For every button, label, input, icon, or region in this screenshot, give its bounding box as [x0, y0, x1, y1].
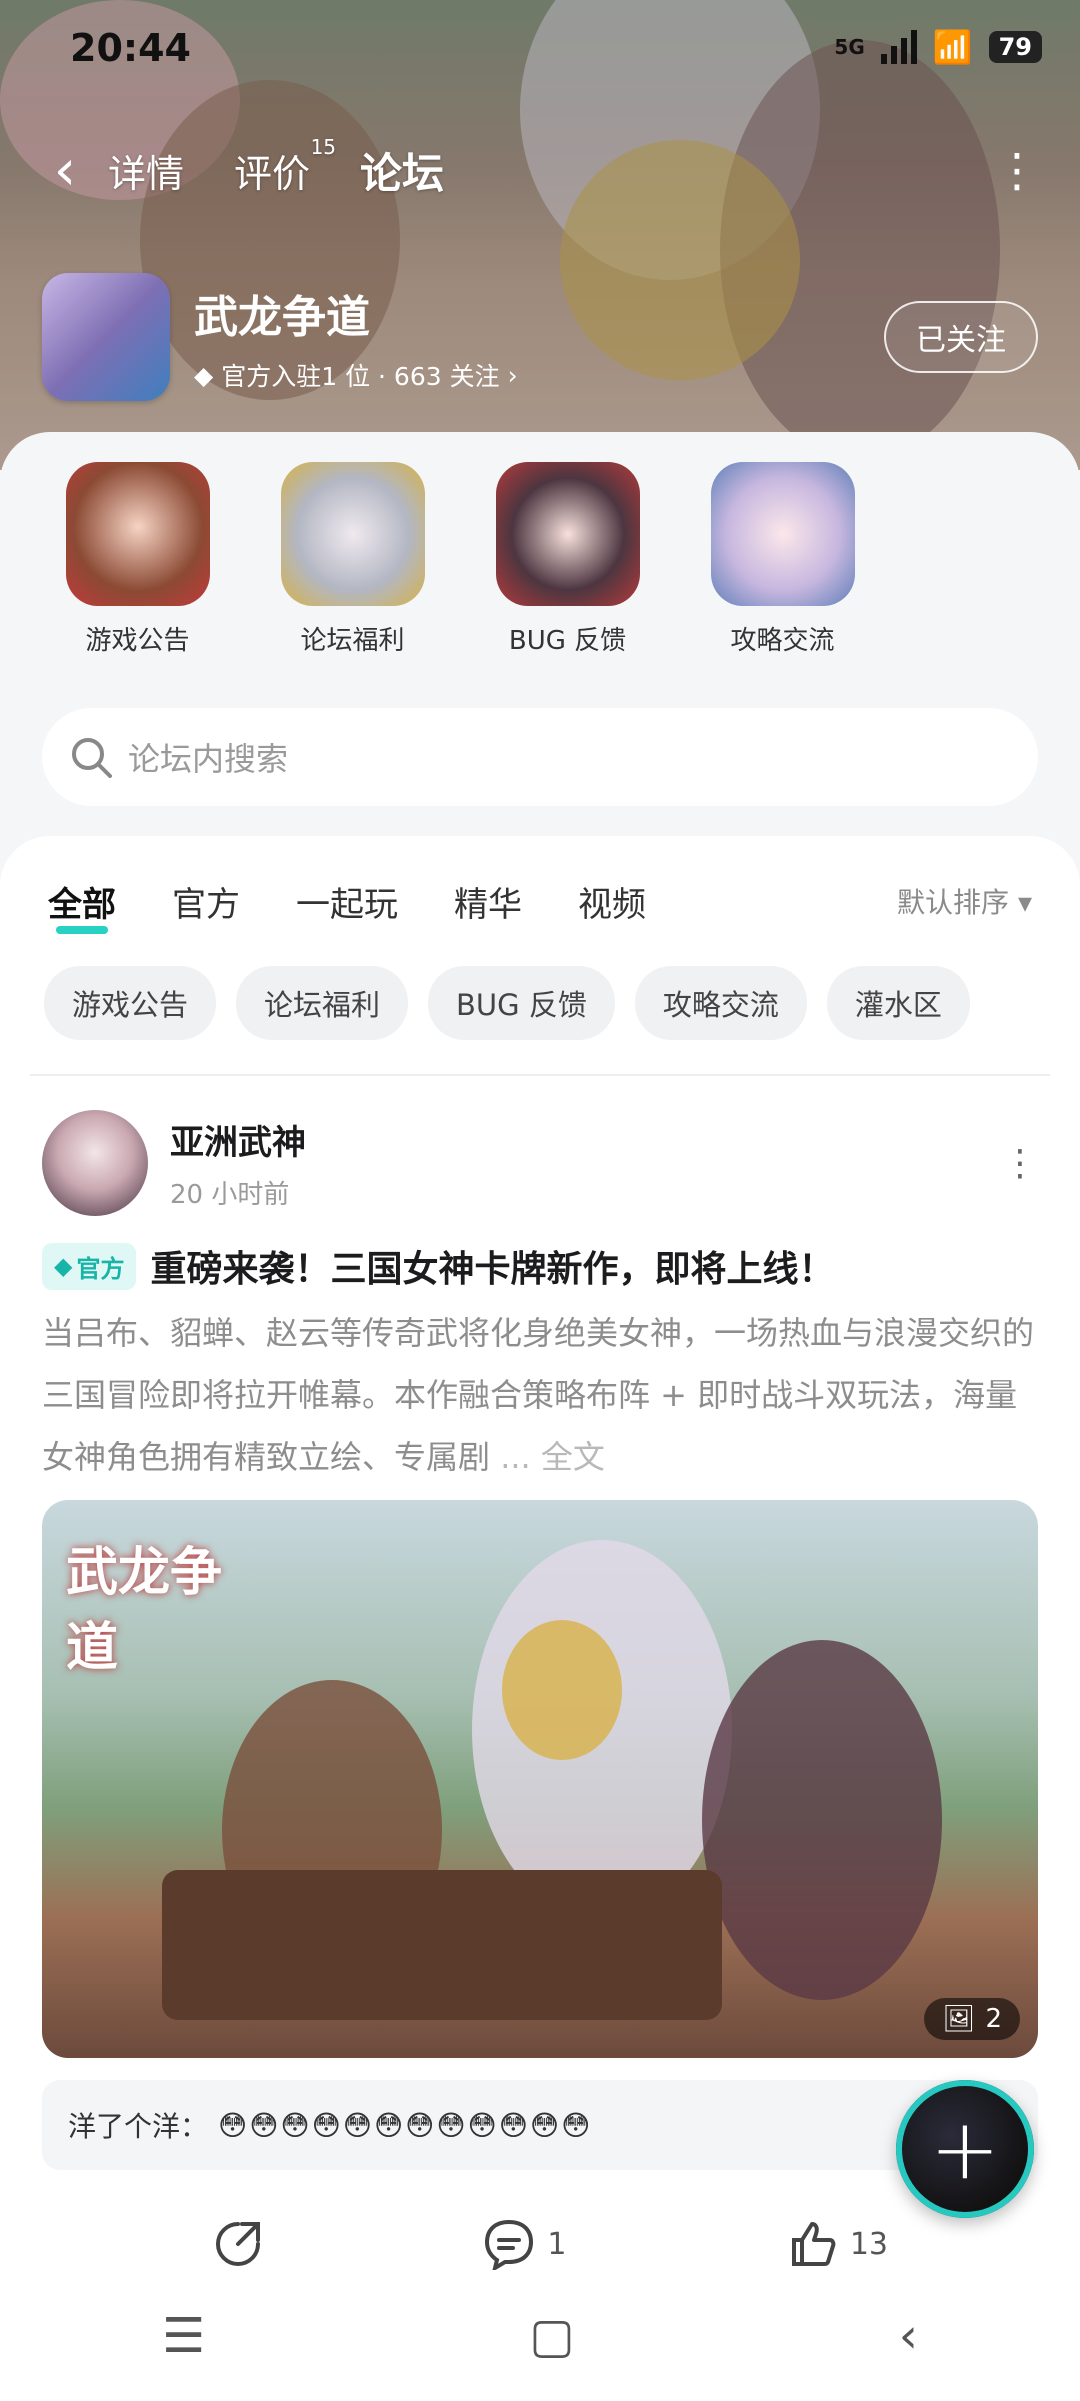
like-button[interactable]: 13: [786, 2218, 888, 2270]
chip-announcements[interactable]: 游戏公告: [44, 966, 217, 1040]
tab-label: 评价: [234, 151, 311, 196]
shortcut-guides[interactable]: 攻略交流: [675, 462, 890, 657]
post-card[interactable]: 亚洲武神 20 小时前 ⋮ ◆ 官方 重磅来袭！三国女神卡牌新作，即将上线！ 当…: [0, 1076, 1080, 2270]
chip-bug-report[interactable]: BUG 反馈: [428, 966, 615, 1040]
chip-benefits[interactable]: 论坛福利: [236, 966, 409, 1040]
comment-button[interactable]: 1: [483, 2218, 566, 2270]
review-count-badge: 15: [310, 134, 337, 159]
shortcut-label: 游戏公告: [85, 626, 190, 656]
game-header: 武龙争道 ◆ 官方入驻1 位 · 663 关注 › 已关注: [42, 272, 1038, 402]
shortcut-bug-report[interactable]: BUG 反馈: [460, 462, 675, 657]
tab-reviews[interactable]: 评价 15: [234, 135, 336, 198]
signal-icon: [880, 30, 917, 64]
shortcut-announcements[interactable]: 游戏公告: [30, 462, 245, 657]
tab-play-together[interactable]: 一起玩: [296, 877, 398, 926]
post-title: 重磅来袭！三国女神卡牌新作，即将上线！: [150, 1249, 835, 1290]
comment-text: 😳😳😳😳😳😳😳😳😳😳😳😳: [218, 2108, 593, 2142]
chevron-right-icon: ›: [507, 360, 518, 390]
expand-full-link[interactable]: ... 全文: [500, 1438, 605, 1476]
clock: 20:44: [70, 26, 191, 70]
search-bar[interactable]: 论坛内搜索: [42, 708, 1038, 806]
post-more-icon[interactable]: ⋮: [1002, 1143, 1038, 1184]
category-tabs: 全部 官方 一起玩 精华 视频 默认排序 ▾: [0, 836, 1080, 936]
wifi-icon: 📶: [932, 28, 973, 66]
post-time: 20 小时前: [170, 1180, 290, 1210]
diamond-icon: ◆: [194, 360, 214, 390]
game-name: 武龙争道: [194, 292, 370, 343]
badge-label: 官方: [76, 1254, 125, 1283]
search-icon: [72, 738, 112, 778]
avatar[interactable]: [42, 1110, 148, 1216]
image-count: 2: [985, 2004, 1002, 2034]
post-actions: 1 13: [42, 2170, 1038, 2270]
post-body: 当吕布、貂蝉、赵云等传奇武将化身绝美女神，一场热血与浪漫交织的三国冒险即将拉开帷…: [42, 1302, 1038, 1488]
avatar: [280, 462, 425, 606]
shortcut-label: 攻略交流: [730, 626, 835, 656]
back-nav-icon[interactable]: ‹: [899, 2308, 918, 2364]
tab-forum[interactable]: 论坛: [360, 140, 445, 207]
tab-featured[interactable]: 精华: [454, 877, 522, 926]
tab-label: 论坛: [360, 148, 445, 198]
chip-guides[interactable]: 攻略交流: [634, 966, 807, 1040]
chip-chat[interactable]: 灌水区: [826, 966, 970, 1040]
status-bar: 20:44 5G 📶 79: [0, 0, 1080, 96]
sort-label: 默认排序: [897, 886, 1010, 919]
system-navigation-bar: ☰ ▢ ‹: [0, 2271, 1080, 2401]
image-logo: 武龙争道: [66, 1542, 223, 1678]
share-icon: [216, 2222, 260, 2266]
battery-icon: 79: [988, 31, 1042, 63]
follow-button[interactable]: 已关注: [884, 301, 1038, 373]
game-meta-text: 官方入驻1 位 · 663 关注: [221, 362, 500, 391]
avatar: [65, 462, 210, 606]
author-name[interactable]: 亚洲武神: [170, 1115, 306, 1164]
tab-official[interactable]: 官方: [172, 877, 240, 926]
official-badge: ◆ 官方: [42, 1242, 137, 1290]
shortcut-benefits[interactable]: 论坛福利: [245, 462, 460, 657]
share-button[interactable]: [212, 2218, 264, 2270]
avatar: [710, 462, 855, 606]
menu-icon[interactable]: ☰: [162, 2308, 205, 2364]
shortcut-label: BUG 反馈: [508, 626, 627, 656]
create-post-button[interactable]: +: [896, 2080, 1034, 2218]
post-author: 亚洲武神 20 小时前 ⋮: [42, 1110, 1038, 1216]
avatar: [495, 462, 640, 606]
game-meta[interactable]: ◆ 官方入驻1 位 · 663 关注 ›: [194, 357, 518, 393]
topic-chips: 游戏公告 论坛福利 BUG 反馈 攻略交流 灌水区: [0, 936, 1080, 1040]
more-options-icon[interactable]: ⋮: [994, 147, 1040, 193]
post-image[interactable]: 武龙争道 🖼 2: [42, 1500, 1038, 2058]
forum-shortcuts: 游戏公告 论坛福利 BUG 反馈 攻略交流: [0, 432, 1080, 657]
comment-count: 1: [547, 2226, 567, 2262]
top-navigation: ‹ 详情 评价 15 论坛 ⋮: [40, 130, 1040, 210]
comment-icon: [485, 2219, 534, 2270]
game-icon[interactable]: [42, 273, 170, 401]
network-label: 5G: [834, 35, 865, 59]
tab-all[interactable]: 全部: [48, 877, 116, 934]
tab-details[interactable]: 详情: [108, 143, 184, 198]
thumbs-up-icon: [791, 2222, 836, 2266]
home-icon[interactable]: ▢: [529, 2308, 574, 2364]
comment-user: 洋了个洋：: [68, 2110, 209, 2143]
caret-down-icon: ▾: [1017, 886, 1032, 919]
image-icon: 🖼: [942, 2004, 976, 2034]
sort-dropdown[interactable]: 默认排序 ▾: [897, 881, 1032, 921]
tab-label: 详情: [108, 151, 185, 196]
shortcut-label: 论坛福利: [300, 626, 405, 656]
plus-icon: +: [929, 2100, 1001, 2198]
tab-videos[interactable]: 视频: [578, 877, 646, 926]
post-title-row: ◆ 官方 重磅来袭！三国女神卡牌新作，即将上线！: [42, 1240, 1038, 1292]
image-count-badge: 🖼 2: [924, 1998, 1020, 2040]
comment-preview[interactable]: 洋了个洋： 😳😳😳😳😳😳😳😳😳😳😳😳: [42, 2080, 1038, 2170]
search-placeholder: 论坛内搜索: [128, 740, 289, 778]
back-icon[interactable]: ‹: [40, 138, 90, 203]
like-count: 13: [849, 2226, 888, 2262]
diamond-icon: ◆: [54, 1252, 73, 1280]
